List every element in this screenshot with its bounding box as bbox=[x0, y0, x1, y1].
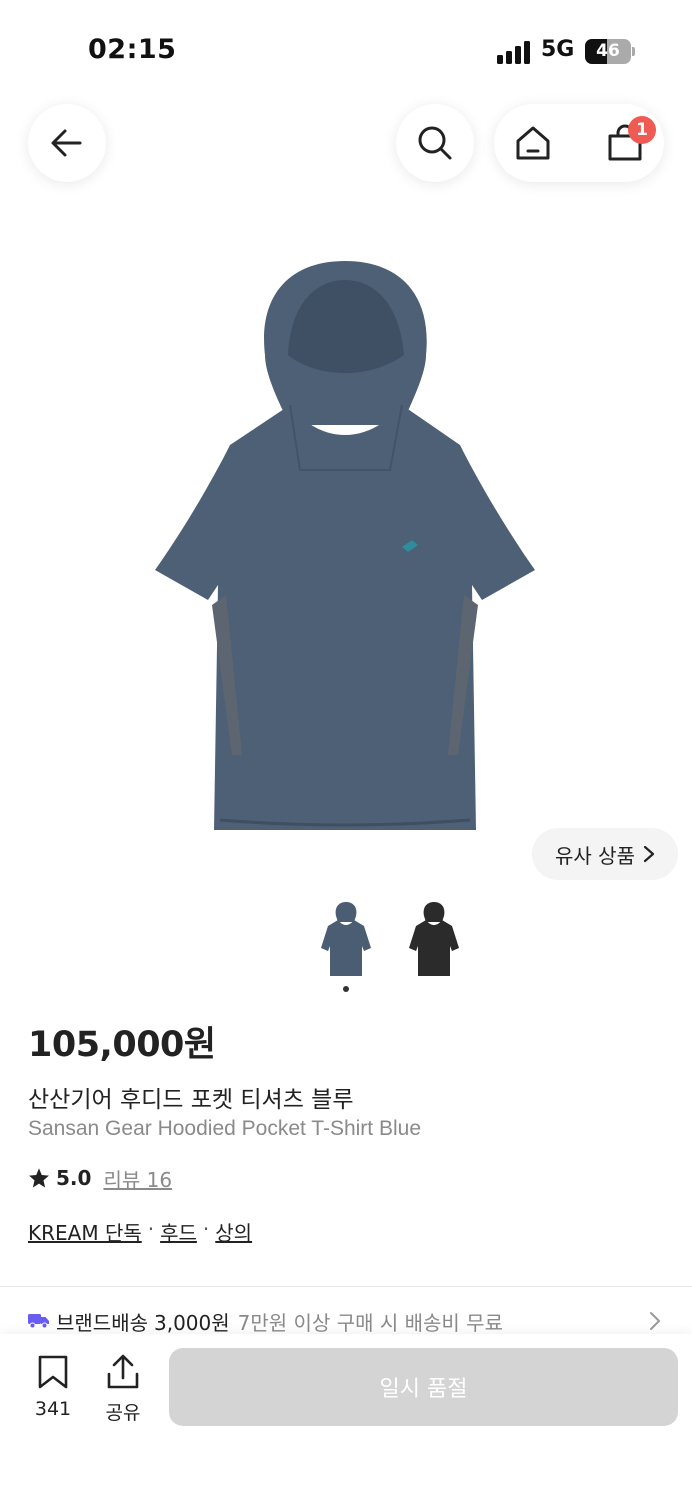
category-tags: KREAM 단독 · 후드 · 상의 bbox=[28, 1217, 252, 1246]
arrow-left-icon bbox=[51, 129, 82, 157]
rating-score: 5.0 bbox=[56, 1166, 92, 1190]
product-name-korean: 산산기어 후디드 포켓 티셔츠 블루 bbox=[28, 1087, 354, 1113]
share-button[interactable]: 공유 bbox=[94, 1354, 152, 1424]
category-link-kream-exclusive[interactable]: KREAM 단독 bbox=[28, 1217, 142, 1246]
separator-dot: · bbox=[202, 1217, 210, 1241]
shipping-type: 브랜드배송 bbox=[56, 1310, 148, 1335]
similar-products-label: 유사 상품 bbox=[555, 843, 635, 868]
bottom-action-bar: 341 공유 일시 품절 bbox=[0, 1334, 692, 1500]
variant-thumbnail-blue[interactable] bbox=[316, 900, 376, 980]
search-icon bbox=[418, 126, 452, 160]
status-time: 02:15 bbox=[88, 34, 177, 65]
share-icon bbox=[107, 1354, 139, 1389]
variant-thumbnail-black[interactable] bbox=[404, 900, 464, 980]
bookmark-count: 341 bbox=[34, 1398, 72, 1420]
home-button[interactable] bbox=[502, 104, 564, 182]
shipping-condition: 7만원 이상 구매 시 배송비 무료 bbox=[237, 1310, 503, 1335]
section-divider bbox=[0, 1286, 692, 1287]
shipping-info-row[interactable]: 브랜드배송 3,000원 7만원 이상 구매 시 배송비 무료 bbox=[28, 1305, 668, 1337]
category-link-hood[interactable]: 후드 bbox=[160, 1217, 197, 1246]
similar-products-button[interactable]: 유사 상품 bbox=[532, 828, 678, 880]
network-type: 5G bbox=[541, 37, 575, 62]
sold-out-button[interactable]: 일시 품절 bbox=[169, 1348, 678, 1426]
product-name-english: Sansan Gear Hoodied Pocket T-Shirt Blue bbox=[28, 1117, 422, 1140]
battery-tip bbox=[632, 47, 635, 56]
back-button[interactable] bbox=[28, 104, 106, 182]
cart-button[interactable] bbox=[590, 104, 660, 182]
battery-icon: 46 bbox=[585, 39, 631, 64]
page-indicator-dot bbox=[343, 986, 349, 992]
star-icon bbox=[29, 1168, 49, 1188]
product-image[interactable] bbox=[140, 255, 550, 835]
shipping-fee: 3,000원 bbox=[154, 1310, 230, 1335]
status-bar: 02:15 5G 46 bbox=[0, 0, 692, 100]
signal-icon bbox=[497, 40, 531, 64]
category-link-top[interactable]: 상의 bbox=[215, 1217, 252, 1246]
battery-level: 46 bbox=[596, 41, 620, 61]
product-price: 105,000원 bbox=[28, 1025, 216, 1065]
bookmark-button[interactable]: 341 bbox=[24, 1354, 82, 1424]
rating-row: 5.0 리뷰 16 bbox=[28, 1164, 172, 1192]
cart-badge: 1 bbox=[628, 116, 656, 144]
chevron-right-icon bbox=[650, 1312, 660, 1330]
bookmark-icon bbox=[38, 1355, 68, 1389]
delivery-truck-icon bbox=[28, 1314, 49, 1329]
separator-dot: · bbox=[147, 1217, 155, 1241]
chevron-right-icon bbox=[643, 845, 655, 863]
search-button[interactable] bbox=[396, 104, 474, 182]
review-link[interactable]: 리뷰 16 bbox=[103, 1164, 172, 1193]
share-label: 공유 bbox=[105, 1402, 141, 1424]
home-icon bbox=[516, 126, 550, 160]
